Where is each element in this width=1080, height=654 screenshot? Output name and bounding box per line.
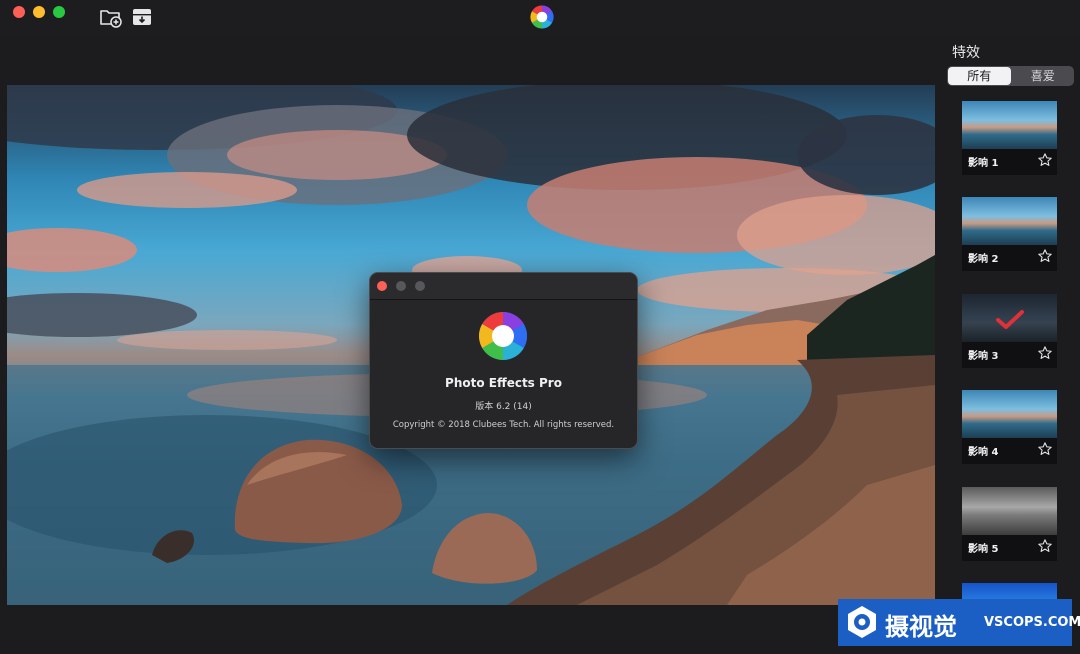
dialog-minimize-button	[396, 281, 406, 291]
watermark-banner: 摄视觉 VSCOPS.COM	[838, 599, 1080, 646]
star-icon[interactable]	[1037, 152, 1053, 168]
effects-filter-segmented-control: 所有 喜爱	[947, 66, 1074, 86]
effect-card-1[interactable]: 影响 1	[962, 101, 1057, 175]
about-version: 版本 6.2 (14)	[475, 402, 532, 412]
dialog-zoom-button	[415, 281, 425, 291]
effect-label: 影响 5	[968, 544, 999, 555]
window-titlebar	[0, 0, 1080, 36]
effect-thumbnail	[962, 197, 1057, 245]
app-logo-icon	[478, 312, 528, 360]
aperture-logo-icon	[530, 5, 554, 29]
tray-download-icon[interactable]	[131, 6, 153, 28]
effect-card-2[interactable]: 影响 2	[962, 197, 1057, 271]
star-icon[interactable]	[1037, 441, 1053, 457]
effect-card-3[interactable]: 影响 3	[962, 294, 1057, 368]
tab-all[interactable]: 所有	[948, 67, 1011, 85]
dialog-close-button[interactable]	[377, 281, 387, 291]
watermark-text-en: VSCOPS.COM	[984, 615, 1080, 630]
about-copyright: Copyright © 2018 Clubees Tech. All right…	[392, 420, 615, 430]
tab-favorites[interactable]: 喜爱	[1012, 66, 1075, 86]
effects-panel-title: 特效	[952, 45, 980, 61]
folder-add-icon[interactable]	[100, 6, 122, 28]
effect-label: 影响 3	[968, 351, 999, 362]
effect-label: 影响 2	[968, 254, 999, 265]
window-maximize-button[interactable]	[53, 6, 65, 18]
effect-thumbnail	[962, 390, 1057, 438]
watermark-logo-icon	[848, 606, 876, 638]
effect-label: 影响 1	[968, 158, 999, 169]
star-icon[interactable]	[1037, 345, 1053, 361]
effect-card-4[interactable]: 影响 4	[962, 390, 1057, 464]
star-icon[interactable]	[1037, 248, 1053, 264]
effect-thumbnail	[962, 487, 1057, 535]
effect-card-5[interactable]: 影响 5	[962, 487, 1057, 561]
effect-label: 影响 4	[968, 447, 999, 458]
about-dialog: Photo Effects Pro 版本 6.2 (14) Copyright …	[369, 272, 638, 449]
about-app-name: Photo Effects Pro	[445, 376, 562, 390]
window-close-button[interactable]	[13, 6, 25, 18]
checkmark-icon	[996, 310, 1024, 329]
watermark-text-cn: 摄视觉	[885, 613, 957, 641]
about-dialog-titlebar	[370, 273, 637, 300]
effect-thumbnail	[962, 101, 1057, 149]
star-icon[interactable]	[1037, 538, 1053, 554]
window-minimize-button[interactable]	[33, 6, 45, 18]
